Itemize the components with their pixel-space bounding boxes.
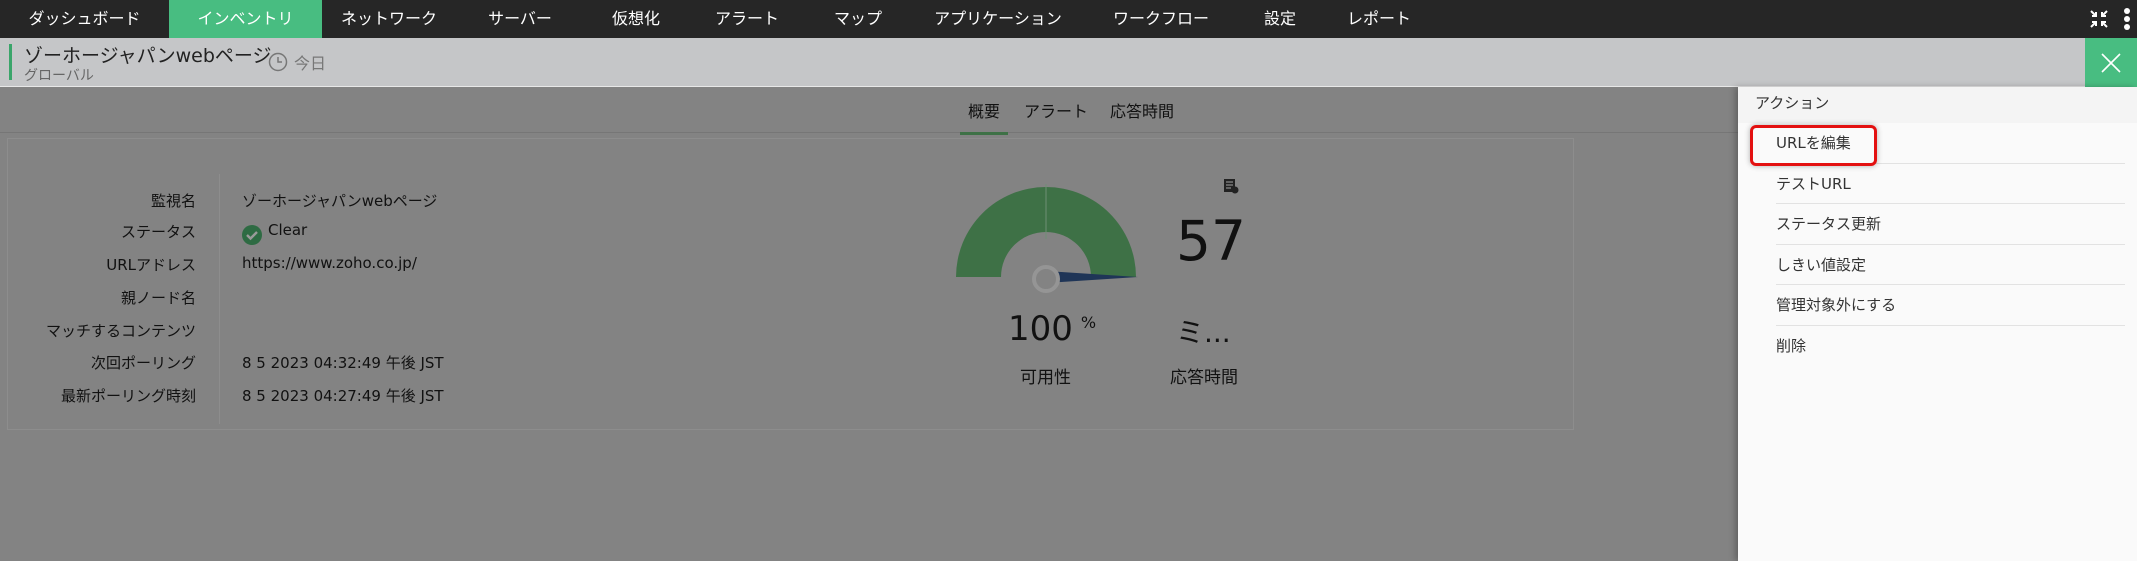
nav-network[interactable]: ネットワーク [322,0,456,38]
value-next-poll: 8 5 2023 04:32:49 午後 JST [242,354,444,372]
nav-map[interactable]: マップ [806,0,910,38]
close-button[interactable] [2085,38,2137,87]
nav-virtualization[interactable]: 仮想化 [584,0,688,38]
gauge-hub [1032,265,1060,293]
label-last-poll: 最新ポーリング時刻 [60,387,196,405]
report-icon[interactable] [1222,177,1240,195]
tab-response-time[interactable]: 応答時間 [1110,98,1174,132]
nav-alarms[interactable]: アラート [688,0,806,38]
period-selector[interactable]: 今日 [268,50,326,74]
label-monitor-name: 監視名 [150,192,196,210]
availability-value: 100% [1008,309,1097,349]
tab-alarms[interactable]: アラート [1024,98,1088,132]
status-bar [9,44,12,80]
period-label: 今日 [294,54,327,73]
monitor-subtitle: グローバル [24,68,94,84]
nav-server[interactable]: サーバー [456,0,584,38]
divider [219,174,220,424]
label-next-poll: 次回ポーリング [90,354,196,372]
label-match-content: マッチするコンテンツ [45,322,196,340]
label-parent-node: 親ノード名 [120,289,196,307]
highlight-box [1750,125,1877,166]
action-delete[interactable]: 削除 [1776,326,2125,367]
availability-unit: % [1080,312,1097,332]
availability-gauge [956,184,1138,293]
check-circle-icon [242,225,262,245]
value-monitor-name: ゾーホージャパンwebページ [242,192,438,210]
value-url[interactable]: https://www.zoho.co.jp/ [242,254,417,272]
actions-panel: アクション URLを編集 テストURL ステータス更新 しきい値設定 管理対象外… [1738,87,2137,561]
nav-reports[interactable]: レポート [1324,0,1434,38]
value-status: Clear [242,221,307,245]
action-test-url[interactable]: テストURL [1776,164,2125,204]
label-status: ステータス [120,223,196,241]
monitor-title: ゾーホージャパンwebページ [24,45,272,67]
availability-label: 可用性 [1020,368,1071,388]
label-url: URLアドレス [106,256,196,274]
nav-applications[interactable]: アプリケーション [910,0,1086,38]
nav-dashboard[interactable]: ダッシュボード [0,0,169,38]
actions-title: アクション [1738,87,2137,123]
nav-inventory[interactable]: インベントリ [169,0,322,38]
value-last-poll: 8 5 2023 04:27:49 午後 JST [242,387,444,405]
more-options-icon[interactable] [2123,7,2131,31]
action-threshold-settings[interactable]: しきい値設定 [1776,245,2125,285]
nav-workflow[interactable]: ワークフロー [1086,0,1236,38]
status-text: Clear [268,221,308,239]
action-update-status[interactable]: ステータス更新 [1776,204,2125,245]
monitor-header: ゾーホージャパンwebページ グローバル 今日 [0,38,2137,87]
collapse-icon[interactable] [2089,9,2109,29]
clock-icon [268,52,288,72]
top-nav: ダッシュボード インベントリ ネットワーク サーバー 仮想化 アラート マップ … [0,0,2137,38]
tab-bar: 概要 アラート 応答時間 [0,88,1738,135]
response-unit: ミ... [1176,316,1231,349]
nav-settings[interactable]: 設定 [1236,0,1324,38]
overview-card: 監視名 ゾーホージャパンwebページ ステータス Clear URLアドレス h… [7,138,1574,430]
close-icon [2101,52,2121,73]
response-label: 応答時間 [1170,368,1238,388]
tab-overview[interactable]: 概要 [960,98,1009,135]
action-edit-url[interactable]: URLを編集 [1750,123,2125,166]
action-unmanage[interactable]: 管理対象外にする [1776,285,2125,326]
response-value: 57 [1176,209,1246,273]
